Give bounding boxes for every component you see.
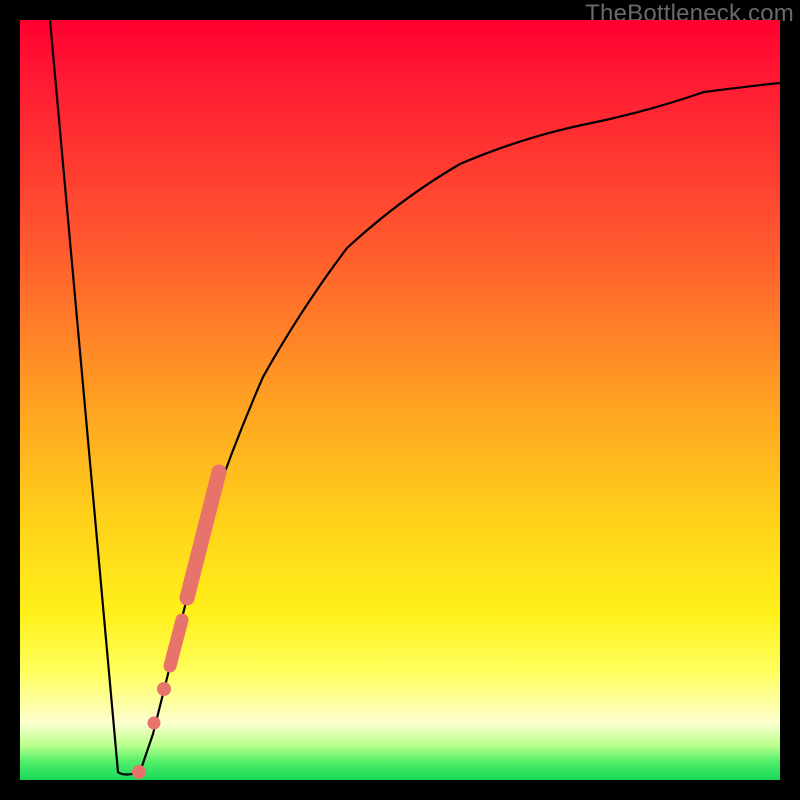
marker-cluster-dot-c [132, 765, 146, 779]
bottleneck-curve [50, 20, 780, 775]
plot-area [20, 20, 780, 780]
marker-cluster-dot-a [157, 682, 171, 696]
marker-cluster-segment-mid [170, 620, 182, 666]
chart-frame: TheBottleneck.com [0, 0, 800, 800]
curve-layer [20, 20, 780, 780]
marker-cluster-dot-b [148, 717, 161, 730]
marker-cluster-segment-top [187, 472, 219, 598]
